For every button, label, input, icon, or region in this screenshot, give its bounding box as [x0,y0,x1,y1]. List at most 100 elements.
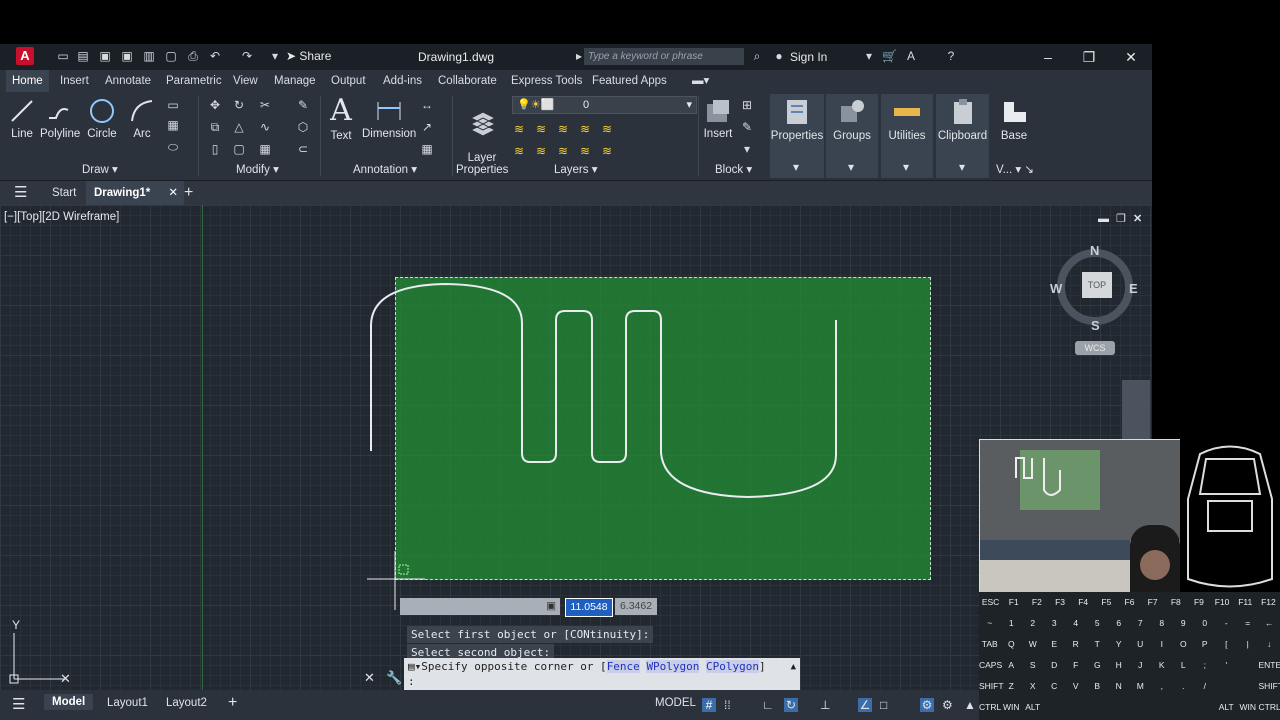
key[interactable]: K [1151,660,1173,670]
key[interactable]: F8 [1164,597,1187,607]
workspace-icon[interactable]: ⚙ [942,698,956,712]
key[interactable]: T [1087,639,1109,649]
key[interactable]: R [1065,639,1087,649]
redo-icon[interactable]: ↷ [240,49,254,63]
tab-view[interactable]: View [227,70,264,92]
key[interactable]: Q [1001,639,1023,649]
block-attributes-icon[interactable]: ▾ [740,142,754,156]
key[interactable]: SHIFT [979,681,1004,691]
key[interactable]: Z [1001,681,1023,691]
key[interactable]: Y [1108,639,1130,649]
layer-tool-icon[interactable]: ≋ [578,122,592,136]
leader-icon[interactable]: ↗ [420,120,434,134]
key[interactable]: H [1108,660,1130,670]
customize-wrench-icon[interactable]: 🔧 [386,670,402,686]
key[interactable]: O [1173,639,1195,649]
key[interactable]: F9 [1187,597,1210,607]
utilities-panel[interactable]: Utilities ▾ [881,94,933,178]
tab-layout1[interactable]: Layout1 [107,697,148,709]
compass-south[interactable]: S [1091,318,1100,333]
cart-icon[interactable]: 🛒 [882,49,897,63]
key[interactable]: 9 [1173,618,1195,628]
table-icon[interactable]: ▦ [420,142,434,156]
tab-collaborate[interactable]: Collaborate [432,70,503,92]
key[interactable]: W [1022,639,1044,649]
modify-panel-label[interactable]: Modify ▾ [236,162,279,176]
key[interactable]: ALT [1216,702,1238,712]
new-tab-plus-icon[interactable]: + [176,181,201,205]
erase-icon[interactable]: ✎ [296,98,310,112]
hatch-icon[interactable]: ▦ [166,118,180,132]
layer-tool-icon[interactable]: ≋ [512,144,526,158]
new-file-icon[interactable]: ▭ [56,49,70,63]
tab-parametric[interactable]: Parametric [160,70,228,92]
insert-button[interactable]: Insert [702,98,734,140]
key[interactable]: I [1151,639,1173,649]
key[interactable]: N [1108,681,1130,691]
key[interactable]: 6 [1108,618,1130,628]
key[interactable]: ← [1259,618,1280,628]
coordinate-y-input[interactable]: 6.3462 [615,598,657,615]
key[interactable]: F7 [1141,597,1164,607]
annotation-panel-label[interactable]: Annotation ▾ [353,162,417,176]
key[interactable]: B [1087,681,1109,691]
rotate-icon[interactable]: ↻ [232,98,246,112]
draw-panel-label[interactable]: Draw ▾ [82,162,118,176]
base-button[interactable]: Base [996,98,1032,142]
fillet-icon[interactable]: ∿ [258,120,272,134]
save-as-icon[interactable]: ▣ [120,49,134,63]
linear-dimension-icon[interactable]: ↔ [420,98,434,112]
export-icon[interactable]: ▥ [142,49,156,63]
close-command-line-icon[interactable]: ✕ [364,670,375,686]
option-cpolygon[interactable]: CPolygon [706,660,760,673]
compass-east[interactable]: E [1129,281,1138,296]
ellipse-icon[interactable]: ⬭ [166,140,180,154]
groups-panel[interactable]: Groups ▾ [826,94,878,178]
grid-icon[interactable]: # [702,698,716,712]
key[interactable]: . [1173,681,1195,691]
layer-dropdown[interactable]: 💡☀⬜ 0 ▾ [512,96,697,114]
snap-icon[interactable]: ⁞⁞ [724,698,738,712]
layer-tool-icon[interactable]: ≋ [600,122,614,136]
tab-add-ins[interactable]: Add-ins [377,70,428,92]
tab-express-tools[interactable]: Express Tools [505,70,588,92]
key[interactable]: X [1022,681,1044,691]
viewcube-top[interactable]: TOP [1082,272,1112,298]
key[interactable]: ; [1194,660,1216,670]
key[interactable]: F2 [1025,597,1048,607]
isodraft-icon[interactable]: ⊥ [820,698,834,712]
wcs-menu[interactable]: WCS [1075,341,1115,355]
offset-icon[interactable]: ⊂ [296,142,310,156]
tab-manage[interactable]: Manage [268,70,322,92]
dimension-button[interactable]: Dimension [362,98,416,140]
scale-icon[interactable]: ▢ [232,142,246,156]
help-icon[interactable]: ? [944,49,958,63]
trim-icon[interactable]: ✂ [258,98,272,112]
key[interactable]: E [1044,639,1066,649]
key[interactable]: F12 [1257,597,1280,607]
key[interactable]: SHIFT [1259,681,1280,691]
key[interactable]: M [1130,681,1152,691]
layer-tool-icon[interactable]: ≋ [600,144,614,158]
tab-featured-apps[interactable]: Featured Apps [586,70,673,92]
layout-menu-icon[interactable]: ☰ [12,695,25,713]
autocad-logo[interactable]: A [16,47,34,65]
tab-start[interactable]: Start [44,181,84,205]
print-icon[interactable]: ⎙ [186,49,200,63]
close-icon[interactable]: ✕ [1121,48,1141,66]
key[interactable]: D [1044,660,1066,670]
key[interactable]: ENTER [1259,660,1280,670]
tab-home[interactable]: Home [6,70,49,92]
key[interactable]: WIN [1001,702,1023,712]
key[interactable]: 8 [1151,618,1173,628]
coordinate-x-input[interactable]: 11.0548 [565,598,613,617]
line-button[interactable]: Line [8,98,36,140]
key[interactable]: F6 [1118,597,1141,607]
key[interactable]: J [1130,660,1152,670]
polyline-button[interactable]: Polyline [40,98,80,140]
ribbon-options-icon[interactable]: ▬▾ [686,70,715,92]
annotation-visibility-icon[interactable]: ▲ [964,698,978,712]
tab-insert[interactable]: Insert [54,70,95,92]
share-button[interactable]: ➤ Share [286,49,331,63]
key[interactable]: [ [1216,639,1238,649]
